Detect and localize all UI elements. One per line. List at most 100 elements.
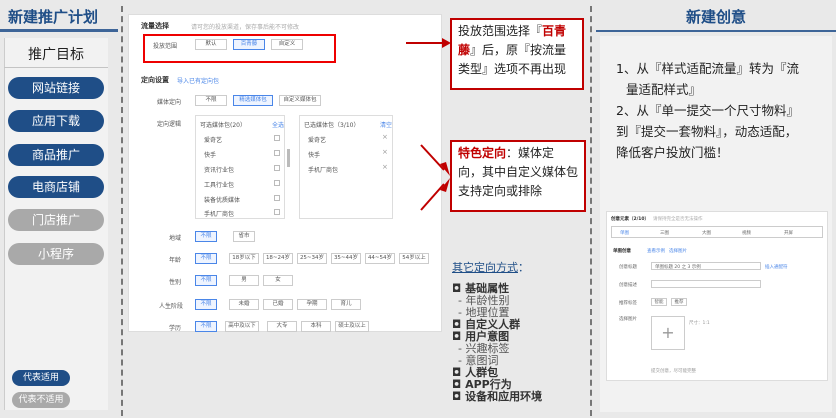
mini-image-hint: 尺寸：1:1 (689, 321, 710, 326)
mini-tag-button[interactable]: 推荐 (671, 298, 687, 306)
edu-unlimited[interactable]: 不限 (195, 321, 217, 332)
available-checkbox[interactable] (274, 165, 280, 171)
other-targeting-title: 其它定向方式： (452, 259, 529, 275)
range-highlight-box (143, 34, 336, 63)
remove-icon[interactable]: × (382, 163, 388, 171)
select-all-link[interactable]: 全选 (272, 120, 284, 129)
age-option[interactable]: 25~34岁 (297, 253, 327, 264)
life-option[interactable]: 已婚 (263, 299, 293, 310)
selected-item: 爱奇艺 (308, 137, 327, 144)
mini-field-label: 推荐标签 (619, 301, 637, 306)
note1-suffix: 』后，原『按流量类型』选项不再出现 (458, 43, 567, 76)
available-checkbox[interactable] (274, 195, 280, 201)
age-option[interactable]: 44~54岁 (365, 253, 395, 264)
mini-upload-plus-icon[interactable]: + (651, 316, 685, 350)
note-special-targeting: 特色定向：媒体定向，其中自定义媒体包支持定向或排除 (450, 140, 586, 212)
available-item: 爱奇艺 (204, 137, 223, 144)
remove-icon[interactable]: × (382, 148, 388, 156)
gender-label: 性别 (169, 279, 182, 286)
age-option[interactable]: 18~24岁 (263, 253, 293, 264)
divider-right (590, 6, 592, 416)
goal-website[interactable]: 网站链接 (8, 77, 104, 99)
goal-app-download[interactable]: 应用下载 (8, 110, 104, 132)
available-item: 快手 (204, 152, 217, 159)
mini-tag-label: 智能 (654, 300, 664, 305)
media-selected-pack[interactable]: 精选媒体包 (233, 95, 273, 106)
available-checkbox[interactable] (274, 180, 280, 186)
gender-male[interactable]: 男 (229, 275, 259, 286)
available-item: 手机厂商包 (204, 211, 235, 218)
life-option[interactable]: 孕期 (297, 299, 327, 310)
list-item: ◘ 设备和应用环境 (452, 390, 543, 403)
available-item: 资讯行业包 (204, 167, 235, 174)
edu-option[interactable]: 本科 (301, 321, 331, 332)
other-title-text: 其它定向方式 (452, 261, 518, 274)
legend-unsupported: 代表不适用 (12, 392, 70, 408)
import-targeting-link[interactable]: 导入已有定向包 (177, 76, 219, 85)
mini-link[interactable]: 查看示例 (647, 248, 665, 254)
age-option[interactable]: 35~44岁 (331, 253, 361, 264)
available-item: 工具行业包 (204, 182, 235, 189)
creative-line: 降低客户投放门槛！ (616, 145, 729, 160)
edu-option[interactable]: 大专 (267, 321, 297, 332)
mini-field-label: 选择图片 (619, 317, 637, 322)
mini-tab[interactable]: 视频 (742, 230, 751, 236)
mini-footer-note: 提交创意，尽可能完整 (651, 369, 696, 374)
creative-line: 量适配样式』 (626, 82, 702, 97)
mini-tag-label: 推荐 (674, 300, 684, 305)
edu-option[interactable]: 高中及以下 (225, 321, 259, 332)
selected-item: 快手 (308, 152, 321, 159)
clear-link[interactable]: 清空 (380, 120, 392, 129)
life-option[interactable]: 未婚 (229, 299, 259, 310)
mini-tab[interactable]: 三图 (660, 230, 669, 236)
life-option[interactable]: 育儿 (331, 299, 361, 310)
life-unlimited[interactable]: 不限 (195, 299, 217, 310)
goal-product[interactable]: 商品推广 (8, 144, 104, 166)
logic-label: 定向逻辑 (157, 121, 182, 128)
remove-icon[interactable]: × (382, 133, 388, 141)
age-unlimited[interactable]: 不限 (195, 253, 217, 264)
age-option[interactable]: 54岁以上 (399, 253, 429, 264)
available-checkbox[interactable] (274, 209, 280, 215)
traffic-hint: 请可您的投放渠道，保存事后能不可修改 (191, 24, 300, 31)
selected-packs-list: 已选媒体包（3/10） 清空 爱奇艺 × 快手 × 手机厂商包 × (299, 115, 393, 219)
available-checkbox[interactable] (274, 150, 280, 156)
media-custom-pack[interactable]: 自定义媒体包 (279, 95, 321, 106)
mini-tabs: 单图 三图 大图 视频 开屏 (611, 226, 823, 238)
mini-tab[interactable]: 开屏 (784, 230, 793, 236)
mini-title-input[interactable]: 单图标题 20 之 3 示例 (651, 262, 761, 270)
edu-option[interactable]: 硕士及以上 (335, 321, 369, 332)
mini-insert-link[interactable]: 插入通配符 (765, 264, 788, 270)
gender-female[interactable]: 女 (263, 275, 293, 286)
selected-header: 已选媒体包（3/10） (304, 122, 360, 129)
other-targeting-list: ◘ 基础属性 - 年龄性别 - 地理位置 ◘ 自定义人群 ◘ 用户意图 - 兴趣… (452, 283, 542, 403)
creative-screenshot: 创意元素（2/10） 请保持完全是否无法操作 单图 三图 大图 视频 开屏 单图… (606, 211, 828, 381)
goal-ecommerce-store[interactable]: 电商店铺 (8, 176, 104, 198)
age-option[interactable]: 18岁以下 (229, 253, 259, 264)
mini-link[interactable]: 选择图片 (669, 248, 687, 254)
region-province[interactable]: 省市 (233, 231, 255, 242)
list-scrollbar[interactable] (287, 149, 290, 167)
region-unlimited[interactable]: 不限 (195, 231, 217, 242)
creative-description: 1、从『样式适配流量』转为『流 量适配样式』 2、从『单一提交一个尺寸物料』 到… (616, 58, 828, 163)
arrow-icon (420, 144, 450, 211)
available-packs-list: 可选媒体包(20） 全选 爱奇艺 快手 资讯行业包 工具行业包 装备优质媒体 手… (195, 115, 285, 219)
legend-supported: 代表适用 (12, 370, 70, 386)
mini-tag-button[interactable]: 智能 (651, 298, 667, 306)
available-header: 可选媒体包(20） (200, 122, 246, 129)
traffic-title: 流量选择 (141, 22, 169, 30)
gender-unlimited[interactable]: 不限 (195, 275, 217, 286)
mini-tab[interactable]: 大图 (702, 230, 711, 236)
mini-group-title: 单图创意 (613, 249, 631, 254)
mini-heading-hint: 请保持完全是否无法操作 (653, 217, 703, 222)
mini-desc-input[interactable] (651, 280, 761, 288)
goal-divider (4, 67, 108, 68)
selected-item: 手机厂商包 (308, 167, 339, 174)
mini-tab[interactable]: 单图 (620, 230, 629, 236)
available-checkbox[interactable] (274, 135, 280, 141)
media-unlimited[interactable]: 不限 (195, 95, 227, 106)
goal-mini-program[interactable]: 小程序 (8, 243, 104, 265)
goal-store-promo[interactable]: 门店推广 (8, 209, 104, 231)
creative-line: 到『提交一套物料』，动态适配， (616, 124, 798, 139)
creative-line: 1、从『样式适配流量』转为『流 (616, 61, 799, 76)
